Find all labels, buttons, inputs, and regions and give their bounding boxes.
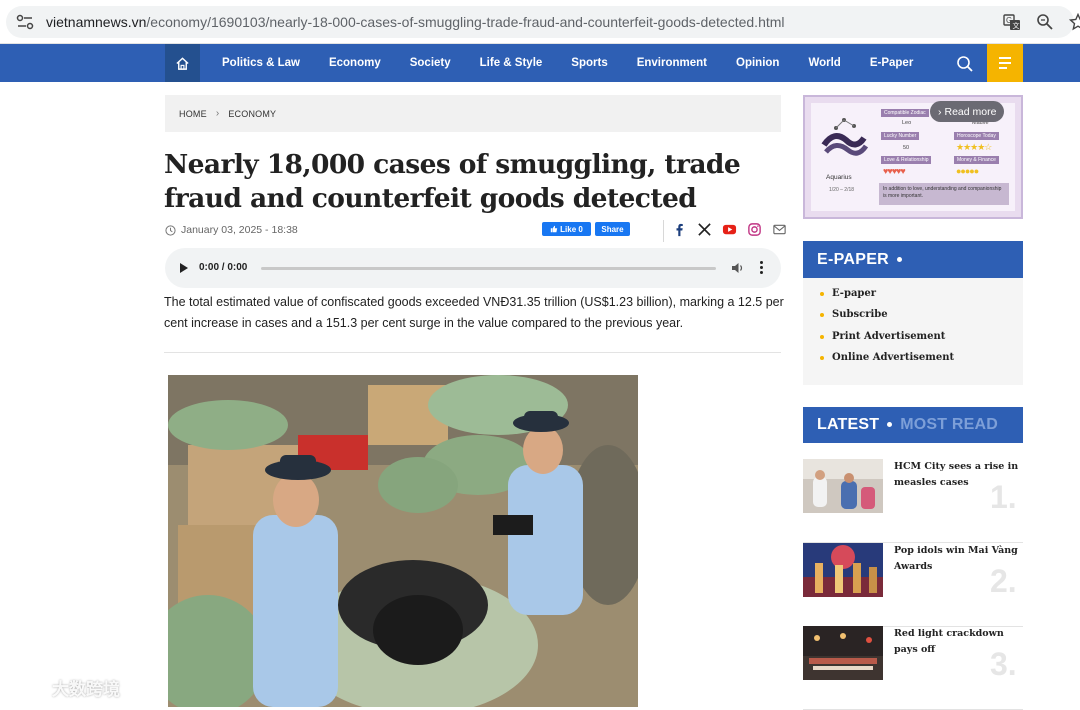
zoom-icon[interactable] <box>1036 13 1054 31</box>
epaper-item[interactable]: Online Advertisement <box>820 350 954 371</box>
ad-money-label: Money & Finance <box>954 156 999 164</box>
nav-life-style[interactable]: Life & Style <box>465 44 557 82</box>
breadcrumb-section[interactable]: ECONOMY <box>228 109 276 119</box>
epaper-item[interactable]: Print Advertisement <box>820 329 954 350</box>
list-item[interactable]: Red light crackdown pays off 3. <box>803 626 1023 710</box>
social-share-bar <box>672 222 787 237</box>
article-photo <box>168 375 638 707</box>
svg-text:文: 文 <box>1013 21 1020 30</box>
tab-latest[interactable]: LATEST <box>817 416 879 433</box>
nav-environment[interactable]: Environment <box>622 44 721 82</box>
x-twitter-icon[interactable] <box>697 222 712 237</box>
ad-compatible-value: Leo <box>902 120 911 126</box>
play-icon[interactable] <box>180 263 188 273</box>
bookmark-star-icon[interactable] <box>1069 13 1080 31</box>
nav-opinion[interactable]: Opinion <box>722 44 794 82</box>
nav-sports[interactable]: Sports <box>557 44 622 82</box>
ad-lucky-value: 50 <box>903 145 909 151</box>
chevron-right-icon: › <box>216 108 220 119</box>
epaper-list: E-paper Subscribe Print Advertisement On… <box>820 286 954 371</box>
read-more-button[interactable]: › Read more <box>930 101 1004 122</box>
epaper-item[interactable]: Subscribe <box>820 307 954 328</box>
site-info-icon[interactable] <box>16 14 34 30</box>
youtube-icon[interactable] <box>722 222 737 237</box>
url-path: /economy/1690103/nearly-18-000-cases-of-… <box>146 14 784 30</box>
epaper-item[interactable]: E-paper <box>820 286 954 307</box>
ad-horoscope-label: Horoscope Today <box>954 132 999 140</box>
ad-zodiac-name: Aquarius <box>826 174 852 181</box>
ad-zodiac-dates: 1/20 – 2/18 <box>829 187 854 193</box>
nav-economy[interactable]: Economy <box>314 44 395 82</box>
breadcrumb: HOME › ECONOMY <box>165 95 781 132</box>
site-navbar: Politics & Law Economy Society Life & St… <box>0 44 1080 82</box>
breadcrumb-home[interactable]: HOME <box>179 109 207 119</box>
ad-coins-icon: ●●●●● <box>956 166 978 176</box>
tab-most-read[interactable]: MOST READ <box>900 416 998 433</box>
menu-button[interactable] <box>987 44 1023 82</box>
news-thumbnail[interactable] <box>803 459 883 513</box>
facebook-icon[interactable] <box>672 222 687 237</box>
home-button[interactable] <box>165 44 200 82</box>
email-icon[interactable] <box>772 222 787 237</box>
url-text[interactable]: vietnamnews.vn/economy/1690103/nearly-18… <box>46 14 785 30</box>
read-more-label: Read more <box>945 106 997 118</box>
news-thumbnail[interactable] <box>803 543 883 597</box>
news-rank: 1. <box>990 479 1017 516</box>
news-rank: 2. <box>990 563 1017 600</box>
article-headline: Nearly 18,000 cases of smuggling, trade … <box>164 148 784 216</box>
instagram-icon[interactable] <box>747 222 762 237</box>
divider <box>663 220 664 242</box>
facebook-share-button[interactable]: Share <box>595 222 630 236</box>
ad-lucky-label: Lucky Number <box>881 132 919 140</box>
ad-love-label: Love & Relationship <box>881 156 931 164</box>
browser-toolbar: vietnamnews.vn/economy/1690103/nearly-18… <box>0 0 1080 44</box>
news-rank: 3. <box>990 646 1017 683</box>
more-options-icon[interactable] <box>759 261 763 275</box>
article-summary: The total estimated value of confiscated… <box>164 292 784 334</box>
address-bar[interactable]: vietnamnews.vn/economy/1690103/nearly-18… <box>6 6 1074 38</box>
epaper-title-text: E-PAPER <box>817 251 889 268</box>
nav-e-paper[interactable]: E-Paper <box>855 44 927 82</box>
audio-player: 0:00 / 0:00 <box>165 248 781 288</box>
latest-tabs: LATEST MOST READ <box>803 407 1023 443</box>
volume-icon[interactable] <box>731 261 745 275</box>
clock-icon <box>165 225 176 236</box>
nav-politics-law[interactable]: Politics & Law <box>200 44 314 82</box>
audio-time: 0:00 / 0:00 <box>199 262 247 273</box>
audio-progress-track[interactable] <box>261 267 716 270</box>
facebook-like-button[interactable]: Like 0 <box>542 222 591 236</box>
watermark: 大数跨境 <box>8 675 120 700</box>
like-label: Like 0 <box>560 225 583 234</box>
watermark-text: 大数跨境 <box>52 675 120 700</box>
nav-world[interactable]: World <box>794 44 855 82</box>
watermark-logo-icon <box>8 677 48 699</box>
ad-hearts-icon: ♥♥♥♥♥ <box>883 166 905 176</box>
ad-advice-text: In addition to love, understanding and c… <box>879 183 1009 205</box>
translate-icon[interactable]: G 文 <box>1003 13 1021 31</box>
list-item[interactable]: HCM City sees a rise in measles cases 1. <box>803 459 1023 543</box>
thumbs-up-icon <box>550 225 558 233</box>
home-icon <box>175 56 190 71</box>
divider <box>164 352 781 353</box>
article-meta: January 03, 2025 - 18:38 <box>165 224 298 236</box>
list-item[interactable]: Pop idols win Mai Vàng Awards 2. <box>803 543 1023 627</box>
epaper-title: E-PAPER <box>803 241 1023 278</box>
news-thumbnail[interactable] <box>803 626 883 680</box>
aquarius-illustration-icon <box>818 110 870 165</box>
search-icon[interactable] <box>955 54 975 74</box>
chevron-right-icon: › <box>938 106 942 118</box>
nav-society[interactable]: Society <box>395 44 465 82</box>
ad-compatible-label: Compatible Zodiac <box>881 109 929 117</box>
url-domain: vietnamnews.vn <box>46 14 146 30</box>
ad-rating-stars-icon: ★★★★☆ <box>956 142 991 153</box>
article-date: January 03, 2025 - 18:38 <box>181 224 298 236</box>
